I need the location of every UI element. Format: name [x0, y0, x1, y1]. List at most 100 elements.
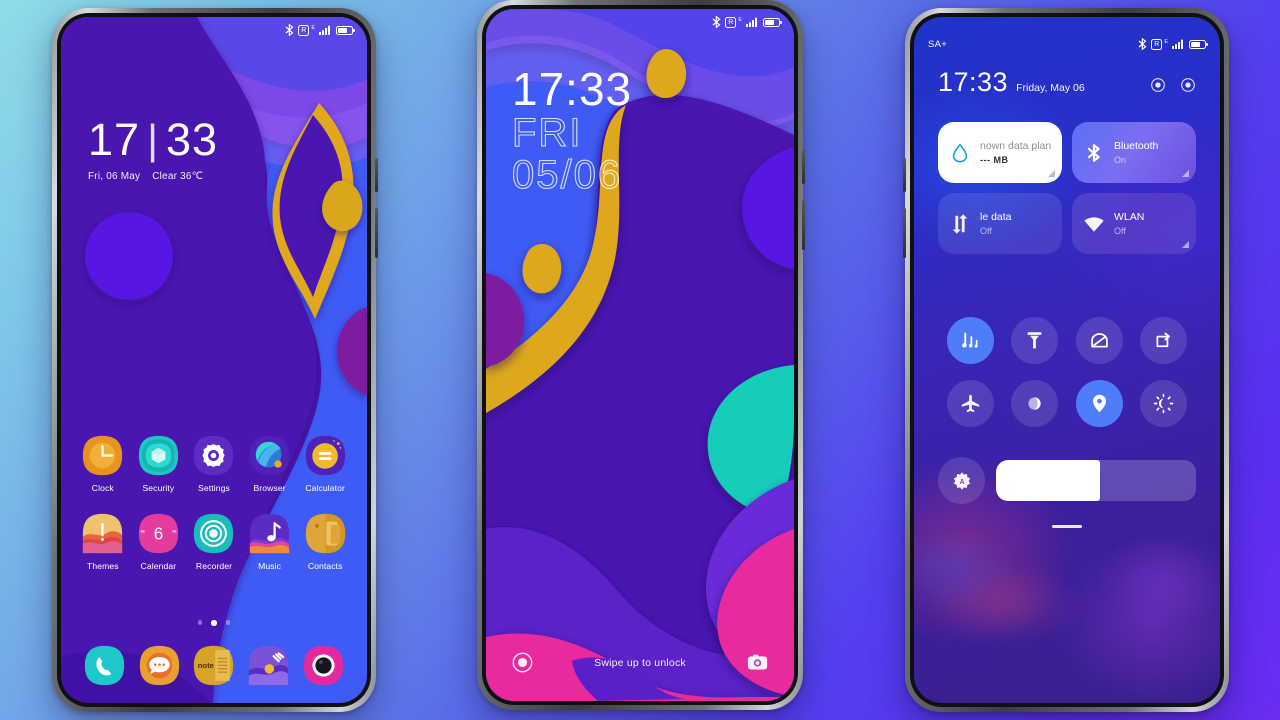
power-button[interactable] — [802, 200, 805, 250]
tile-text: le data Off — [980, 211, 1012, 237]
app-row-1: Clock Security Settings Browser Calculat… — [61, 435, 367, 493]
battery-icon — [1189, 39, 1208, 49]
dock-phone-icon[interactable] — [84, 645, 125, 686]
app-settings[interactable]: Settings — [188, 435, 240, 493]
dock-gallery-icon[interactable] — [248, 645, 289, 686]
recorder-icon — [193, 513, 234, 554]
tile-status: --- MB — [980, 154, 1009, 165]
volume-button[interactable] — [375, 158, 378, 192]
brightness-night-icon — [1153, 393, 1174, 414]
cc-time: 17:33 — [938, 67, 1009, 97]
lock-clock-widget[interactable]: 17:33 FRI 05/06 — [511, 66, 632, 198]
signal-icon — [746, 17, 759, 27]
brightness-slider[interactable] — [996, 460, 1196, 501]
dock-camera-icon[interactable] — [303, 645, 344, 686]
home-screen[interactable]: R E 17 | 33 Fri, 06 May Clear 36℃ Clock … — [61, 17, 367, 703]
control-center-header: 17:33 Friday, May 06 — [938, 69, 1196, 96]
app-clock[interactable]: Clock — [77, 435, 129, 493]
battery-icon — [763, 17, 782, 27]
volume-button[interactable] — [802, 150, 805, 184]
bluetooth-icon — [1138, 38, 1147, 50]
tile-title: Bluetooth — [1114, 139, 1159, 152]
expand-corner-icon[interactable] — [1182, 241, 1189, 248]
tile-text: Bluetooth On — [1114, 140, 1158, 166]
tile-data-plan[interactable]: nown data plan --- MB — [938, 122, 1062, 183]
volume-button[interactable] — [903, 158, 906, 192]
wifi-icon — [1083, 213, 1105, 235]
calendar-icon: 6 — [138, 513, 179, 554]
app-contacts[interactable]: Contacts — [299, 513, 351, 571]
dark-mode-toggle[interactable] — [1140, 380, 1188, 427]
reading-mode-toggle[interactable] — [1011, 380, 1059, 427]
clock-separator: | — [147, 115, 159, 163]
app-calendar[interactable]: 6 Calendar — [132, 513, 184, 571]
app-grid: Clock Security Settings Browser Calculat… — [61, 435, 367, 591]
app-calculator[interactable]: Calculator — [299, 435, 351, 493]
clock-hours: 17 — [88, 114, 141, 165]
page-dot-active[interactable] — [211, 620, 217, 626]
network-type-label: E — [1164, 39, 1168, 45]
drag-handle[interactable] — [914, 525, 1220, 528]
rotate-icon — [1153, 330, 1174, 351]
tile-wlan[interactable]: WLAN Off — [1072, 193, 1196, 254]
clock-date: Fri, 06 May — [88, 171, 141, 182]
power-shortcut-icon[interactable] — [1180, 77, 1196, 93]
page-dot[interactable] — [197, 620, 203, 625]
app-themes[interactable]: Themes — [77, 513, 129, 571]
roaming-icon: R — [298, 24, 310, 36]
lock-date: 05/06 — [511, 153, 623, 198]
dock: note — [61, 645, 367, 686]
security-icon — [138, 435, 179, 476]
sound-toggle[interactable] — [946, 317, 994, 364]
page-dot[interactable] — [225, 620, 231, 625]
clock-subline: Fri, 06 May Clear 36℃ — [88, 171, 218, 182]
tile-text: nown data plan --- MB — [980, 140, 1051, 166]
brightness-row: A — [938, 457, 1196, 504]
battery-icon — [336, 25, 355, 35]
location-toggle[interactable] — [1075, 380, 1123, 427]
unlock-hint: Swipe up to unlock — [594, 656, 686, 669]
phone-device-home: R E 17 | 33 Fri, 06 May Clear 36℃ Clock … — [52, 8, 378, 712]
expand-corner-icon[interactable] — [1048, 170, 1055, 177]
app-music[interactable]: Music — [244, 513, 296, 571]
lock-screen[interactable]: R E 17:33 FRI 05/06 Swipe up to unlock — [486, 9, 794, 701]
airplane-toggle[interactable] — [946, 380, 994, 427]
flashlight-toggle[interactable] — [1011, 317, 1059, 364]
network-type-label: E — [738, 17, 742, 23]
clock-time: 17 | 33 — [88, 117, 218, 162]
status-icons: R E — [1138, 38, 1208, 50]
settings-shortcut-icon[interactable] — [1150, 77, 1166, 93]
power-button[interactable] — [903, 208, 906, 258]
tile-bluetooth[interactable]: Bluetooth On — [1072, 122, 1196, 183]
power-button[interactable] — [375, 208, 378, 258]
app-security[interactable]: Security — [132, 435, 184, 493]
phone-device-lock: R E 17:33 FRI 05/06 Swipe up to unlock — [477, 0, 805, 710]
quick-settings-tiles: nown data plan --- MB Bluetooth On le da… — [938, 122, 1196, 254]
flashlight-icon — [1024, 330, 1045, 351]
dock-messages-icon[interactable] — [139, 645, 180, 686]
control-center-screen[interactable]: SA+ R E 17:33 Friday, May 06 nown data p… — [914, 17, 1220, 703]
recorder-shortcut-icon[interactable] — [512, 652, 533, 673]
signal-icon — [319, 25, 332, 35]
page-indicator[interactable] — [61, 620, 367, 626]
auto-brightness-button[interactable]: A — [938, 457, 985, 504]
brightness-slider-fill — [996, 460, 1100, 501]
camera-shortcut-icon[interactable] — [747, 652, 768, 673]
bluetooth-icon — [712, 16, 721, 28]
bluetooth-icon — [1083, 142, 1105, 164]
app-browser[interactable]: Browser — [244, 435, 296, 493]
screenshot-toggle[interactable] — [1075, 317, 1123, 364]
auto-rotate-toggle[interactable] — [1140, 317, 1188, 364]
home-clock-widget[interactable]: 17 | 33 Fri, 06 May Clear 36℃ — [88, 117, 218, 182]
dock-notes-icon[interactable]: note — [193, 645, 234, 686]
tile-text: WLAN Off — [1114, 211, 1144, 237]
svg-text:A: A — [959, 477, 964, 485]
quick-toggles — [938, 317, 1196, 427]
clock-icon — [82, 435, 123, 476]
app-label: Themes — [86, 561, 119, 571]
expand-corner-icon[interactable] — [1182, 170, 1189, 177]
tile-mobile-data[interactable]: le data Off — [938, 193, 1062, 254]
status-bar: SA+ R E — [914, 31, 1220, 57]
roaming-icon: R — [725, 16, 737, 28]
app-recorder[interactable]: Recorder — [188, 513, 240, 571]
